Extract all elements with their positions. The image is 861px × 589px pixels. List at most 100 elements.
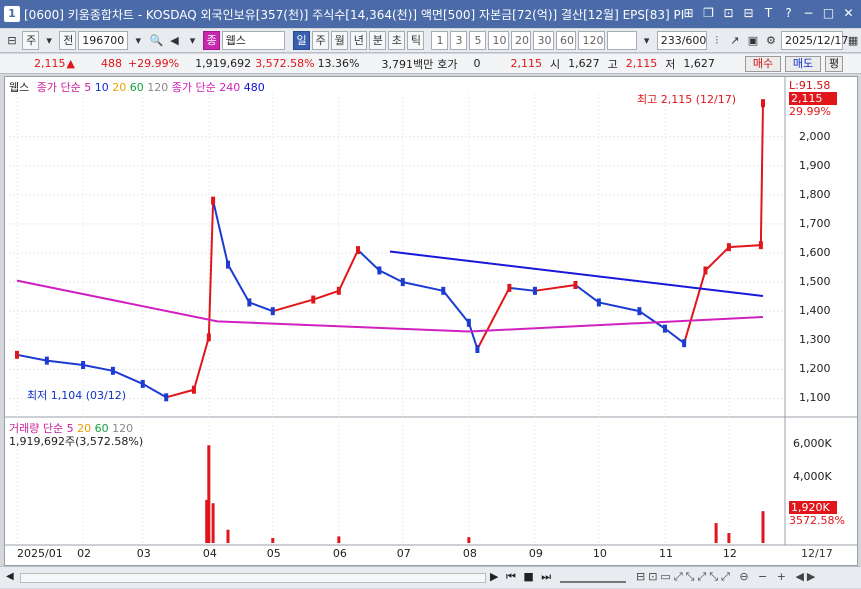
minute-option-60[interactable]: 60 [555, 31, 577, 50]
price-candle [270, 307, 275, 316]
price-candle [573, 281, 578, 289]
volume-bar [211, 503, 215, 543]
price-candle [441, 286, 446, 295]
volume-ratio: 3,572.58% [255, 57, 315, 70]
open-label: 시 [550, 57, 561, 71]
volume-current-pct: 3572.58% [789, 514, 845, 527]
restore-icon[interactable]: ❐ [700, 5, 717, 22]
period-tick-tab[interactable]: 틱 [406, 31, 424, 50]
chart-svg[interactable] [5, 77, 857, 565]
price-segment [574, 284, 600, 304]
price-segment [598, 301, 640, 313]
price-segment [337, 249, 359, 292]
period-second-tab[interactable]: 초 [387, 31, 405, 50]
pin-icon[interactable]: ⊡ [720, 5, 737, 22]
price-tick-label: 1,200 [799, 362, 831, 376]
low-annotation: 최저 1,104 (03/12) [27, 389, 127, 402]
sell-button[interactable]: 매도 [785, 56, 821, 72]
scroll-left-icon[interactable]: ◀ [6, 571, 14, 582]
minute-option-120[interactable]: 120 [578, 31, 606, 50]
legend-ma-label2: 종가 단순 [171, 81, 216, 94]
maximize-button[interactable]: □ [820, 5, 837, 22]
indicator-icon[interactable]: ⫶ [709, 31, 725, 50]
period-week-tab[interactable]: 주 [311, 31, 329, 50]
price-segment [704, 246, 730, 272]
minute-option-20[interactable]: 20 [510, 31, 532, 50]
price-segment [227, 264, 251, 303]
chart-area[interactable]: 웹스 종가 단순 5 10 20 60 120 종가 단순 240 480 거래… [4, 76, 858, 566]
price-segment [207, 200, 215, 338]
price-tick-label: 1,600 [799, 246, 831, 259]
price-segment [312, 289, 340, 301]
price-tick-label: 1,800 [799, 187, 831, 201]
minute-option-5[interactable]: 5 [469, 31, 487, 50]
code-dropdown-icon[interactable]: ▾ [130, 31, 146, 50]
price-candle [726, 243, 731, 252]
date-input[interactable]: 2025/12/17 [781, 31, 848, 50]
price-segment [165, 388, 195, 399]
speaker-icon[interactable]: ◀ [166, 31, 182, 50]
minute-option-3[interactable]: 3 [450, 31, 468, 50]
date-tick-label: 10 [592, 547, 607, 560]
playback-controls[interactable]: ▶ ⏮ ■ ⏭ [490, 570, 553, 584]
stock-code-input[interactable]: 196700 [78, 31, 129, 50]
minute-option-1[interactable]: 1 [431, 31, 449, 50]
market-select[interactable]: 주 [22, 31, 40, 50]
low-label: 저 [665, 57, 676, 71]
chevron-down-icon[interactable]: ▾ [41, 31, 57, 50]
price-candle [191, 385, 196, 394]
price-candle [110, 366, 115, 375]
minimize-button[interactable]: − [800, 5, 817, 22]
legend-ma240: 240 [219, 81, 241, 94]
price-candle [211, 196, 216, 205]
link-icon[interactable]: ⊞ [680, 5, 697, 22]
price-segment [192, 337, 210, 391]
search-icon[interactable]: 🔍 [148, 31, 164, 50]
period-month-tab[interactable]: 월 [330, 31, 348, 50]
period-minute-tab[interactable]: 분 [368, 31, 386, 50]
price-candle [44, 356, 49, 365]
stock-name-field[interactable]: 웹스 [221, 31, 285, 50]
price-candle [247, 298, 252, 307]
price-segment [142, 383, 167, 399]
view-tools[interactable]: ⊟⊡▭⤢⤡⤢⤡⤢ ⊖ − + ◀▶ [636, 570, 818, 584]
price-segment [638, 310, 666, 330]
period-year-tab[interactable]: 년 [349, 31, 367, 50]
period-dropdown-icon[interactable]: ▾ [639, 31, 655, 50]
minute-option-10[interactable]: 10 [488, 31, 509, 50]
scrollbar-track[interactable] [20, 573, 486, 583]
close-button[interactable]: ✕ [840, 5, 857, 22]
minute-option-30[interactable]: 30 [533, 31, 554, 50]
price-tick-label: 1,900 [799, 158, 831, 172]
speaker-dropdown-icon[interactable]: ▾ [184, 31, 200, 50]
tool-icon[interactable]: T [760, 5, 777, 22]
eval-button[interactable]: 평 [825, 56, 843, 72]
ma240-line [16, 279, 764, 333]
type-select[interactable]: 전 [59, 31, 77, 50]
quote-row: 2,115 ▲ 488 +29.99% 1,919,692 3,572.58% … [0, 54, 861, 74]
price-candle [400, 278, 405, 287]
help-icon[interactable]: ? [780, 5, 797, 22]
price-axis: L:91.58 2,115 29.99% [789, 79, 855, 118]
price-segment [378, 269, 404, 283]
count-input[interactable]: 233/600 [656, 31, 707, 50]
legend-ma480: 480 [243, 81, 265, 94]
price-tick-label: 1,100 [799, 391, 831, 405]
lock-icon[interactable]: ⊟ [740, 5, 757, 22]
price-candle [682, 339, 687, 348]
volume-bar [761, 511, 765, 543]
high-annotation: 최고 2,115 (12/17) [637, 93, 737, 106]
buy-button[interactable]: 매수 [745, 56, 781, 72]
save-icon[interactable]: ▣ [745, 31, 761, 50]
custom-period-input[interactable] [607, 31, 637, 50]
drawing-tool-icon[interactable]: ↗ [727, 31, 743, 50]
date-tick-label: 08 [462, 547, 477, 560]
calendar-icon[interactable]: ▦ [845, 31, 861, 50]
current-price-pct: 29.99% [789, 105, 831, 118]
chart-layout-icon[interactable]: ⊟ [4, 31, 20, 50]
zoom-slider[interactable] [560, 573, 626, 583]
date-tick-label: 11 [658, 547, 673, 560]
price-segment [357, 249, 381, 272]
gear-icon[interactable]: ⚙ [763, 31, 779, 50]
period-day-tab[interactable]: 일 [292, 31, 310, 50]
